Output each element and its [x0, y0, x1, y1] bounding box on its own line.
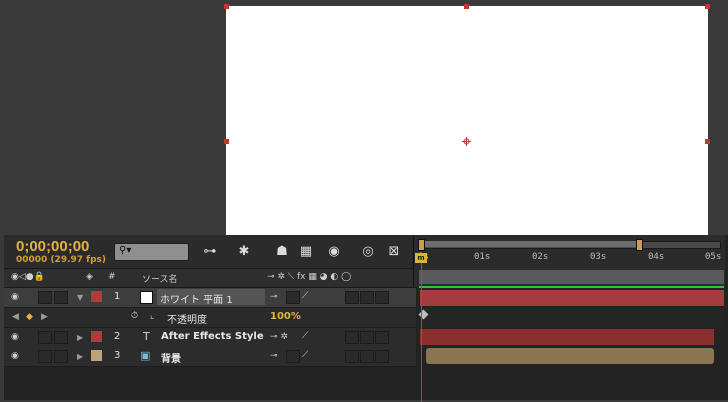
switch-cell[interactable] — [360, 350, 374, 363]
switch-cell[interactable] — [286, 350, 300, 363]
layer-name: ホワイト 平面 1 — [160, 295, 233, 306]
quality-switch-icon[interactable]: ⟋ — [302, 331, 308, 341]
stopwatch-icon[interactable]: ⏱ — [131, 311, 138, 321]
time-navigator-range[interactable] — [419, 241, 640, 247]
video-eye-icon[interactable]: ◉◁●🔒 — [11, 272, 45, 282]
layer-number: 1 — [114, 291, 121, 302]
audio-toggle[interactable] — [38, 331, 52, 344]
lock-toggle[interactable] — [54, 350, 68, 363]
ruler-tick-label: 03s — [590, 252, 607, 262]
draft-3d-icon[interactable]: ✱ — [234, 243, 254, 261]
ruler-tick-label: 05s — [705, 252, 722, 262]
property-name: 不透明度 — [167, 315, 207, 326]
navigator-start-handle[interactable] — [418, 239, 425, 251]
switch-cell[interactable] — [286, 291, 300, 304]
collapse-triangle-icon[interactable]: ▶ — [77, 352, 83, 361]
property-row[interactable]: ◀ ◆ ▶ ⏱ ⌞ 不透明度 100% — [4, 308, 416, 328]
graph-editor-icon[interactable]: ◎ — [358, 243, 378, 261]
ruler-tick-label: 04s — [648, 252, 665, 262]
frame-count: 00000 (29.97 fps) — [16, 255, 106, 265]
transform-handle[interactable] — [464, 4, 469, 9]
switch-cell[interactable] — [375, 350, 389, 363]
transform-handle[interactable] — [224, 139, 229, 144]
comp-mini-flowchart-icon[interactable]: ⊶ — [200, 243, 220, 261]
label-tag-icon[interactable]: ◈ — [86, 272, 93, 282]
current-timecode[interactable]: 0;00;00;00 — [16, 238, 89, 255]
playhead-handle-icon[interactable]: m — [415, 253, 427, 263]
visibility-eye-icon[interactable]: ◉ — [11, 351, 19, 361]
visibility-eye-icon[interactable]: ◉ — [11, 292, 19, 302]
anchor-point-icon[interactable] — [462, 137, 471, 146]
switch-cell[interactable] — [375, 291, 389, 304]
column-number: # — [108, 272, 116, 282]
layer-row[interactable]: ◉ ▼ 1 ホワイト 平面 1 ⊸ ⟋ — [4, 288, 416, 308]
layer-row[interactable]: ◉ ▶ 2 T After Effects Style ⊸ ✲ ⟋ — [4, 328, 416, 348]
timeline-header: 0;00;00;00 00000 (29.97 fps) ⚲▾ ⊶ ✱ ☗ ▦ … — [4, 235, 416, 269]
shy-switch-icon[interactable]: ⊸ ✲ — [270, 332, 288, 342]
navigator-end-handle[interactable] — [636, 239, 643, 251]
audio-toggle[interactable] — [38, 350, 52, 363]
footage-icon: ▣ — [140, 349, 151, 362]
audio-toggle[interactable] — [38, 291, 52, 304]
frame-blending-icon[interactable]: ▦ — [296, 243, 316, 261]
column-header: ◉◁●🔒 ◈ # ソース名 ⊸ ✲ ⟍ fx ▦ ◕ ◐ ◯ — [4, 269, 416, 288]
cache-indicator — [419, 286, 724, 288]
layer-name[interactable]: 背景 — [161, 350, 181, 365]
brainstorm-icon[interactable]: ⊠ — [384, 243, 404, 261]
composition-canvas[interactable] — [224, 4, 710, 235]
work-area-bar[interactable] — [419, 270, 724, 284]
quality-switch-icon[interactable]: ⟋ — [302, 350, 308, 360]
keyframe-icon[interactable]: ◆ — [26, 312, 33, 322]
ruler-tick-label: 02s — [532, 252, 549, 262]
motion-blur-icon[interactable]: ◉ — [324, 243, 344, 261]
switch-cell[interactable] — [375, 331, 389, 344]
column-source-name[interactable]: ソース名 — [142, 272, 178, 285]
property-track — [420, 309, 724, 328]
switch-cell[interactable] — [360, 291, 374, 304]
shy-switch-icon[interactable]: ⊸ — [270, 292, 278, 302]
composition-viewer[interactable] — [0, 0, 728, 235]
layer-duration-bar[interactable] — [426, 348, 714, 364]
search-input[interactable]: ⚲▾ — [114, 243, 189, 261]
layer-name[interactable]: After Effects Style — [161, 331, 264, 342]
transform-handle[interactable] — [705, 4, 710, 9]
layer-duration-bar[interactable] — [420, 290, 724, 306]
lock-toggle[interactable] — [54, 291, 68, 304]
search-icon: ⚲▾ — [119, 245, 132, 256]
layer-duration-bar[interactable] — [420, 329, 714, 345]
layer-name-field[interactable]: ホワイト 平面 1 — [157, 289, 265, 306]
switch-cell[interactable] — [345, 331, 359, 344]
next-keyframe-icon[interactable]: ▶ — [41, 312, 48, 322]
layer-row[interactable]: ◉ ▶ 3 ▣ 背景 ⊸ ⟋ — [4, 347, 416, 367]
label-color-swatch[interactable] — [91, 291, 102, 302]
switch-cell[interactable] — [345, 291, 359, 304]
transform-handle[interactable] — [705, 139, 710, 144]
solid-thumbnail — [140, 291, 153, 304]
lock-toggle[interactable] — [54, 331, 68, 344]
shy-layers-icon[interactable]: ☗ — [272, 243, 292, 261]
graph-icon[interactable]: ⌞ — [150, 311, 154, 321]
transform-handle[interactable] — [224, 4, 229, 9]
label-color-swatch[interactable] — [91, 350, 102, 361]
current-time-indicator[interactable] — [421, 254, 422, 402]
shy-switch-icon[interactable]: ⊸ — [270, 351, 278, 361]
ruler-tick-label: 01s — [474, 252, 491, 262]
property-value[interactable]: 100% — [270, 311, 301, 322]
label-color-swatch[interactable] — [91, 331, 102, 342]
layer-number: 2 — [114, 331, 121, 342]
prev-keyframe-icon[interactable]: ◀ — [12, 312, 19, 322]
collapse-triangle-icon[interactable]: ▶ — [77, 333, 83, 342]
switch-cell[interactable] — [345, 350, 359, 363]
text-layer-icon: T — [143, 330, 150, 343]
quality-switch-icon[interactable]: ⟋ — [302, 291, 308, 301]
switches-icons[interactable]: ⊸ ✲ ⟍ fx ▦ ◕ ◐ ◯ — [267, 272, 351, 282]
visibility-eye-icon[interactable]: ◉ — [11, 332, 19, 342]
switch-cell[interactable] — [360, 331, 374, 344]
layer-number: 3 — [114, 350, 121, 361]
expand-triangle-icon[interactable]: ▼ — [77, 293, 83, 302]
